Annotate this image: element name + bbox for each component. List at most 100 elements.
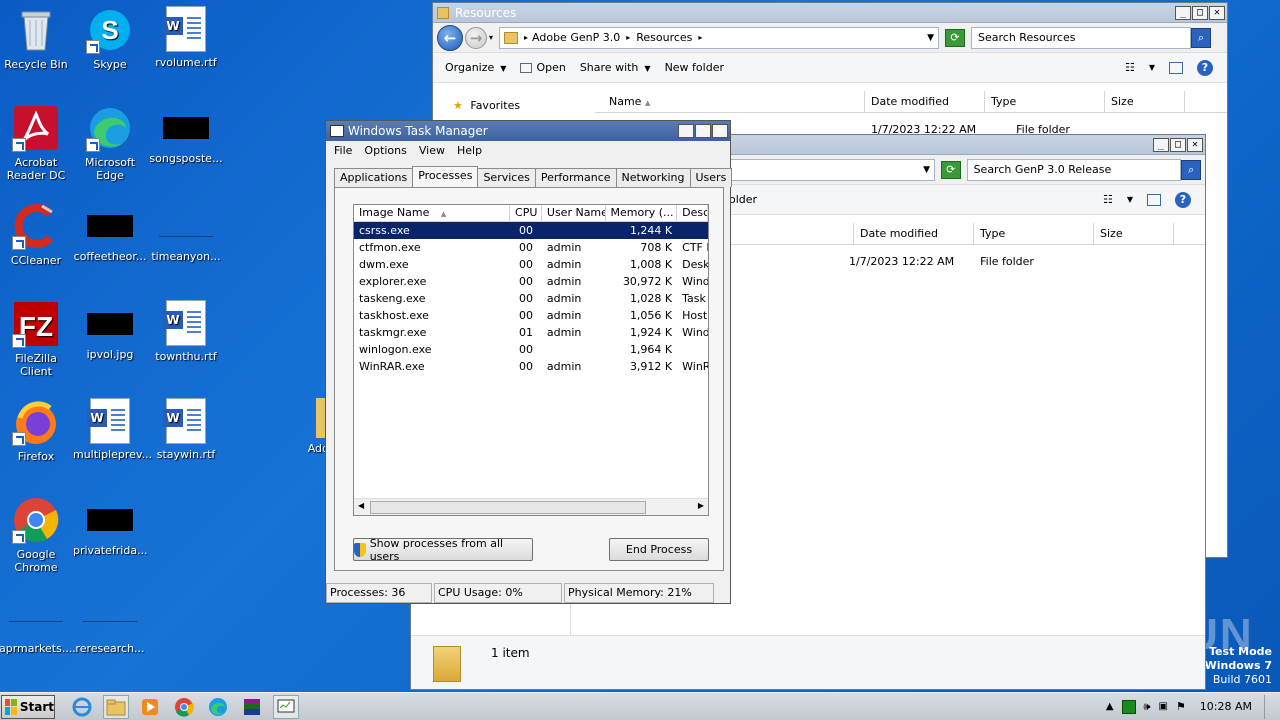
organize-button[interactable]: Organize ▼ <box>445 61 506 74</box>
edge-taskbar-icon[interactable] <box>205 695 231 719</box>
process-row[interactable]: explorer.exe 00 admin 30,972 K Wind <box>354 273 708 290</box>
recent-pages-chevron-icon[interactable]: ▾ <box>489 33 493 42</box>
desktop-icon-staywin[interactable]: staywin.rtf <box>148 398 224 461</box>
search-input[interactable]: Search GenP 3.0 Release <box>966 158 1182 181</box>
open-button[interactable]: Open <box>520 61 566 74</box>
address-dropdown-icon[interactable]: ▼ <box>927 33 934 43</box>
tray-app-icon[interactable] <box>1121 699 1136 714</box>
scroll-right-arrow-icon[interactable]: ▶ <box>698 501 704 510</box>
column-date-modified[interactable]: Date modified <box>854 223 974 244</box>
maximize-button[interactable]: □ <box>1170 137 1186 152</box>
show-all-processes-button[interactable]: Show processes from all users <box>353 537 533 563</box>
show-hidden-icons-icon[interactable]: ▲ <box>1106 701 1114 712</box>
scroll-thumb[interactable] <box>370 501 646 514</box>
desktop-icon-firefox[interactable]: Firefox <box>0 398 74 463</box>
end-process-button[interactable]: End Process <box>609 538 709 561</box>
column-cpu[interactable]: CPU <box>510 205 542 221</box>
column-memory[interactable]: Memory (... <box>606 205 678 221</box>
desktop-icon-reresearch[interactable]: reresearch... <box>72 606 148 655</box>
internet-explorer-icon[interactable] <box>69 695 95 719</box>
explorer-titlebar[interactable]: Resources _ □ ✕ <box>433 3 1227 23</box>
chevron-icon[interactable]: ▸ <box>626 33 630 42</box>
minimize-button[interactable]: _ <box>1153 137 1169 152</box>
winrar-icon[interactable] <box>239 695 265 719</box>
network-icon[interactable]: ▣ <box>1158 701 1167 712</box>
tab-networking[interactable]: Networking <box>615 168 691 187</box>
desktop-icon-songsposte[interactable]: songsposte... <box>148 104 224 165</box>
column-date-modified[interactable]: Date modified <box>865 91 985 112</box>
column-size[interactable]: Size <box>1094 223 1174 244</box>
search-icon[interactable]: ⌕ <box>1181 159 1201 180</box>
column-size[interactable]: Size <box>1105 91 1185 112</box>
tab-processes[interactable]: Processes <box>412 166 479 188</box>
view-dropdown-icon[interactable]: ▼ <box>1127 195 1133 204</box>
menu-help[interactable]: Help <box>457 144 482 158</box>
process-row[interactable]: WinRAR.exe 00 admin 3,912 K WinR <box>354 358 708 375</box>
back-button[interactable]: ← <box>437 24 463 51</box>
process-row[interactable]: taskmgr.exe 01 admin 1,924 K Wind <box>354 324 708 341</box>
desktop-icon-edge[interactable]: Microsoft Edge <box>72 104 148 182</box>
process-row[interactable]: taskeng.exe 00 admin 1,028 K Task <box>354 290 708 307</box>
desktop-icon-aprmarkets[interactable]: aprmarkets.... <box>0 606 76 655</box>
task-manager-taskbar-icon[interactable] <box>273 694 299 719</box>
desktop-icon-chrome[interactable]: Google Chrome <box>0 496 74 574</box>
breadcrumb-item[interactable]: Resources <box>636 31 692 44</box>
task-manager-titlebar[interactable]: Windows Task Manager _ □ ✕ <box>326 121 730 141</box>
process-row[interactable]: taskhost.exe 00 admin 1,056 K Host <box>354 307 708 324</box>
breadcrumb-item[interactable]: Adobe GenP 3.0 <box>532 31 620 44</box>
close-button[interactable]: ✕ <box>712 124 728 138</box>
menu-view[interactable]: View <box>419 144 445 158</box>
desktop-icon-timeanyon[interactable]: timeanyon... <box>148 202 224 263</box>
close-button[interactable]: ✕ <box>1209 5 1225 20</box>
media-player-icon[interactable] <box>137 695 163 719</box>
column-type[interactable]: Type <box>985 91 1105 112</box>
address-dropdown-icon[interactable]: ▼ <box>923 165 930 175</box>
share-with-button[interactable]: Share with ▼ <box>580 61 651 74</box>
scroll-left-arrow-icon[interactable]: ◀ <box>358 501 364 510</box>
close-button[interactable]: ✕ <box>1187 137 1203 152</box>
view-options-icon[interactable]: ☷ <box>1103 193 1113 206</box>
desktop-icon-add[interactable]: Add <box>290 398 330 455</box>
tab-performance[interactable]: Performance <box>534 168 617 187</box>
maximize-button[interactable]: □ <box>1192 5 1208 20</box>
horizontal-scrollbar[interactable]: ◀ ▶ <box>354 498 708 515</box>
address-field[interactable]: ▸ Adobe GenP 3.0 ▸ Resources ▸ ▼ <box>499 26 940 49</box>
search-icon[interactable]: ⌕ <box>1191 27 1212 48</box>
minimize-button[interactable]: _ <box>1175 5 1191 20</box>
column-name[interactable]: Name ▲ <box>595 91 865 112</box>
maximize-button[interactable]: □ <box>695 124 711 138</box>
desktop-icon-recycle-bin[interactable]: Recycle Bin <box>0 6 74 71</box>
help-icon[interactable]: ? <box>1175 191 1191 208</box>
new-folder-button[interactable]: older <box>729 193 757 206</box>
start-button[interactable]: Start <box>1 694 55 719</box>
view-dropdown-icon[interactable]: ▼ <box>1149 63 1155 72</box>
desktop-icon-coffeetheor[interactable]: coffeetheor... <box>72 202 148 263</box>
desktop-icon-ipvol[interactable]: ipvol.jpg <box>72 300 148 361</box>
preview-pane-icon[interactable] <box>1147 193 1161 206</box>
menu-file[interactable]: File <box>334 144 352 158</box>
desktop-icon-skype[interactable]: S Skype <box>72 6 148 71</box>
show-desktop-button[interactable] <box>1264 694 1274 719</box>
tab-users[interactable]: Users <box>689 168 733 187</box>
task-manager-window[interactable]: Windows Task Manager _ □ ✕ File Options … <box>325 120 733 604</box>
menu-options[interactable]: Options <box>364 144 406 158</box>
minimize-button[interactable]: _ <box>678 124 694 138</box>
desktop-icon-ccleaner[interactable]: CCleaner <box>0 202 74 267</box>
view-options-icon[interactable]: ☷ <box>1125 61 1135 74</box>
column-image-name[interactable]: Image Name ▲ <box>354 205 511 221</box>
chevron-icon[interactable]: ▸ <box>698 33 702 42</box>
forward-button[interactable]: → <box>465 26 487 49</box>
volume-icon[interactable]: 🕪 <box>1144 700 1151 714</box>
process-row[interactable]: csrss.exe 00 1,244 K <box>354 222 708 239</box>
clock[interactable]: 10:28 AM <box>1200 700 1252 713</box>
column-type[interactable]: Type <box>974 223 1094 244</box>
refresh-button[interactable]: ⟳ <box>945 28 966 47</box>
windows-explorer-icon[interactable] <box>103 694 129 719</box>
search-input[interactable]: Search Resources <box>971 26 1192 49</box>
chrome-taskbar-icon[interactable] <box>171 695 197 719</box>
tab-applications[interactable]: Applications <box>334 168 414 187</box>
desktop-icon-filezilla[interactable]: FZ FileZilla Client <box>0 300 74 378</box>
preview-pane-icon[interactable] <box>1169 61 1183 74</box>
column-user-name[interactable]: User Name <box>542 205 606 221</box>
tab-services[interactable]: Services <box>477 168 536 187</box>
